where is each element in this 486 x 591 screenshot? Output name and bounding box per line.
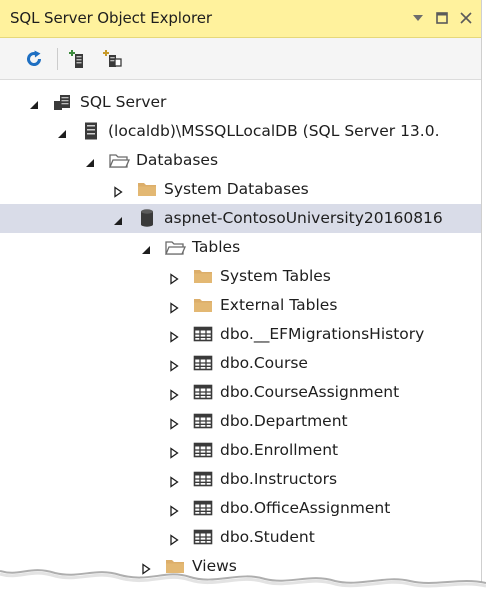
tree-node-label: Databases	[136, 151, 219, 169]
tree-node[interactable]: Tables	[0, 233, 481, 262]
collapsed-arrow-icon[interactable]	[168, 415, 180, 430]
tree-node[interactable]: dbo.Department	[0, 407, 481, 436]
tree-node-label: SQL Server	[80, 93, 167, 111]
tree-node-label: System Tables	[220, 267, 331, 285]
add-server-icon	[69, 50, 83, 68]
tree-node-label: dbo.OfficeAssignment	[220, 499, 391, 517]
refresh-icon	[27, 50, 41, 66]
tree-node[interactable]: External Tables	[0, 291, 481, 320]
server-icon	[80, 122, 102, 140]
table-icon	[192, 325, 214, 343]
tree-node-label: dbo.Student	[220, 528, 315, 546]
collapsed-arrow-icon[interactable]	[168, 328, 180, 343]
tree-node-label: dbo.CourseAssignment	[220, 383, 400, 401]
collapsed-arrow-icon[interactable]	[168, 473, 180, 488]
folder-open-icon	[164, 238, 186, 256]
tree-node[interactable]: (localdb)\MSSQLLocalDB (SQL Server 13.0.	[0, 117, 481, 146]
expanded-arrow-icon[interactable]	[140, 241, 152, 254]
tree-node[interactable]: dbo.OfficeAssignment	[0, 494, 481, 523]
tree-node[interactable]: dbo.Course	[0, 349, 481, 378]
tree-node-label: Tables	[192, 238, 241, 256]
tree-node[interactable]: SQL Server	[0, 88, 481, 117]
folder-open-icon	[108, 151, 130, 169]
tree-node-label: dbo.__EFMigrationsHistory	[220, 325, 425, 343]
tree-node-label: System Databases	[164, 180, 309, 198]
collapsed-arrow-icon[interactable]	[168, 299, 180, 314]
tree-node-label: dbo.Course	[220, 354, 308, 372]
expanded-arrow-icon[interactable]	[28, 96, 40, 109]
close-icon[interactable]	[456, 6, 476, 30]
tree-node[interactable]: dbo.CourseAssignment	[0, 378, 481, 407]
collapsed-arrow-icon[interactable]	[168, 531, 180, 546]
table-icon	[192, 470, 214, 488]
toolbar	[0, 38, 481, 80]
table-icon	[192, 499, 214, 517]
tree-node-label: aspnet-ContosoUniversity20160816	[164, 209, 443, 227]
tree-node-label: External Tables	[220, 296, 338, 314]
panel-titlebar[interactable]: SQL Server Object Explorer	[0, 0, 481, 38]
object-explorer-tree: SQL Server (localdb)\MSSQLLocalDB (SQL Se…	[0, 80, 481, 591]
panel-title: SQL Server Object Explorer	[10, 9, 212, 27]
tree-node[interactable]: dbo.Instructors	[0, 465, 481, 494]
expanded-arrow-icon[interactable]	[84, 154, 96, 167]
table-icon	[192, 528, 214, 546]
tree-node-label: dbo.Instructors	[220, 470, 338, 488]
collapsed-arrow-icon[interactable]	[112, 183, 124, 198]
collapsed-arrow-icon[interactable]	[168, 270, 180, 285]
add-sql-server-button[interactable]	[66, 47, 90, 71]
folder-icon	[136, 180, 158, 198]
sql-server-icon	[52, 93, 74, 111]
tree-node-label: dbo.Department	[220, 412, 348, 430]
table-icon	[192, 412, 214, 430]
dropdown-arrow-icon[interactable]	[408, 6, 428, 30]
collapsed-arrow-icon[interactable]	[168, 386, 180, 401]
table-icon	[192, 383, 214, 401]
connect-button[interactable]	[100, 47, 124, 71]
tree-node[interactable]: Databases	[0, 146, 481, 175]
tree-node[interactable]: dbo.__EFMigrationsHistory	[0, 320, 481, 349]
toolbar-separator	[57, 48, 58, 70]
tree-node[interactable]: dbo.Student	[0, 523, 481, 552]
collapsed-arrow-icon[interactable]	[168, 502, 180, 517]
table-icon	[192, 354, 214, 372]
refresh-button[interactable]	[22, 47, 46, 71]
tree-node[interactable]: dbo.Enrollment	[0, 436, 481, 465]
maximize-icon[interactable]	[432, 6, 452, 30]
tree-node[interactable]: System Tables	[0, 262, 481, 291]
expanded-arrow-icon[interactable]	[112, 212, 124, 225]
collapsed-arrow-icon[interactable]	[168, 357, 180, 372]
database-icon	[136, 209, 158, 227]
sql-server-object-explorer-panel: SQL Server Object Explorer SQL Server (l…	[0, 0, 486, 591]
tree-node[interactable]: System Databases	[0, 175, 481, 204]
connect-icon	[103, 50, 122, 67]
tree-node-label: (localdb)\MSSQLLocalDB (SQL Server 13.0.	[108, 122, 440, 140]
folder-icon	[192, 267, 214, 285]
table-icon	[192, 441, 214, 459]
tree-node-label: dbo.Enrollment	[220, 441, 339, 459]
torn-edge-decoration	[0, 569, 486, 591]
collapsed-arrow-icon[interactable]	[168, 444, 180, 459]
folder-icon	[192, 296, 214, 314]
expanded-arrow-icon[interactable]	[56, 125, 68, 138]
tree-node[interactable]: aspnet-ContosoUniversity20160816	[0, 204, 481, 233]
